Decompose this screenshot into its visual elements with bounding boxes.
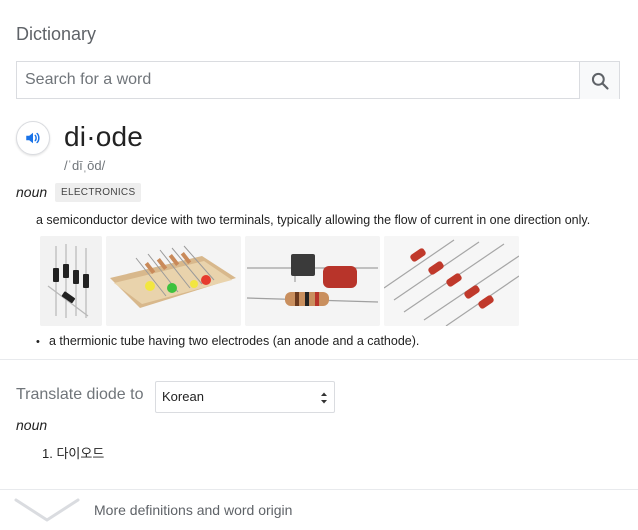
- footer-divider: [0, 489, 638, 490]
- domain-badge: ELECTRONICS: [55, 183, 142, 202]
- diode-image-4[interactable]: [384, 236, 519, 326]
- select-arrows-icon: [321, 392, 327, 404]
- translation-item: 1. 다이오드: [42, 443, 104, 462]
- definition-2: • a thermionic tube having two electrodes…: [36, 334, 419, 348]
- more-definitions-link[interactable]: More definitions and word origin: [94, 502, 292, 518]
- translation-number: 1.: [42, 446, 53, 461]
- search-button[interactable]: [579, 62, 619, 99]
- translation-part-of-speech: noun: [16, 417, 48, 433]
- phonetic-spelling: /ˈdīˌōd/: [64, 158, 106, 173]
- search-box: [16, 61, 620, 99]
- search-icon: [591, 72, 609, 90]
- definition-bullet: •: [36, 336, 40, 348]
- diode-image-2[interactable]: [106, 236, 241, 326]
- pronunciation-button[interactable]: [16, 121, 50, 155]
- definition-2-text: a thermionic tube having two electrodes …: [49, 334, 420, 348]
- part-of-speech: noun: [16, 184, 48, 200]
- search-input[interactable]: [17, 62, 581, 98]
- diode-image-1[interactable]: [40, 236, 102, 326]
- definition-1: a semiconductor device with two terminal…: [36, 213, 591, 227]
- diode-image-3[interactable]: [245, 236, 380, 326]
- translate-label: Translate diode to: [16, 386, 144, 403]
- headword: di·ode: [64, 121, 144, 152]
- section-divider: [0, 359, 638, 360]
- language-select[interactable]: Korean: [155, 381, 335, 413]
- chevron-down-icon[interactable]: [14, 496, 80, 524]
- translation-text: 다이오드: [56, 446, 105, 461]
- speaker-icon: [26, 132, 40, 144]
- language-select-value: Korean: [162, 389, 204, 404]
- panel-title: Dictionary: [16, 24, 97, 44]
